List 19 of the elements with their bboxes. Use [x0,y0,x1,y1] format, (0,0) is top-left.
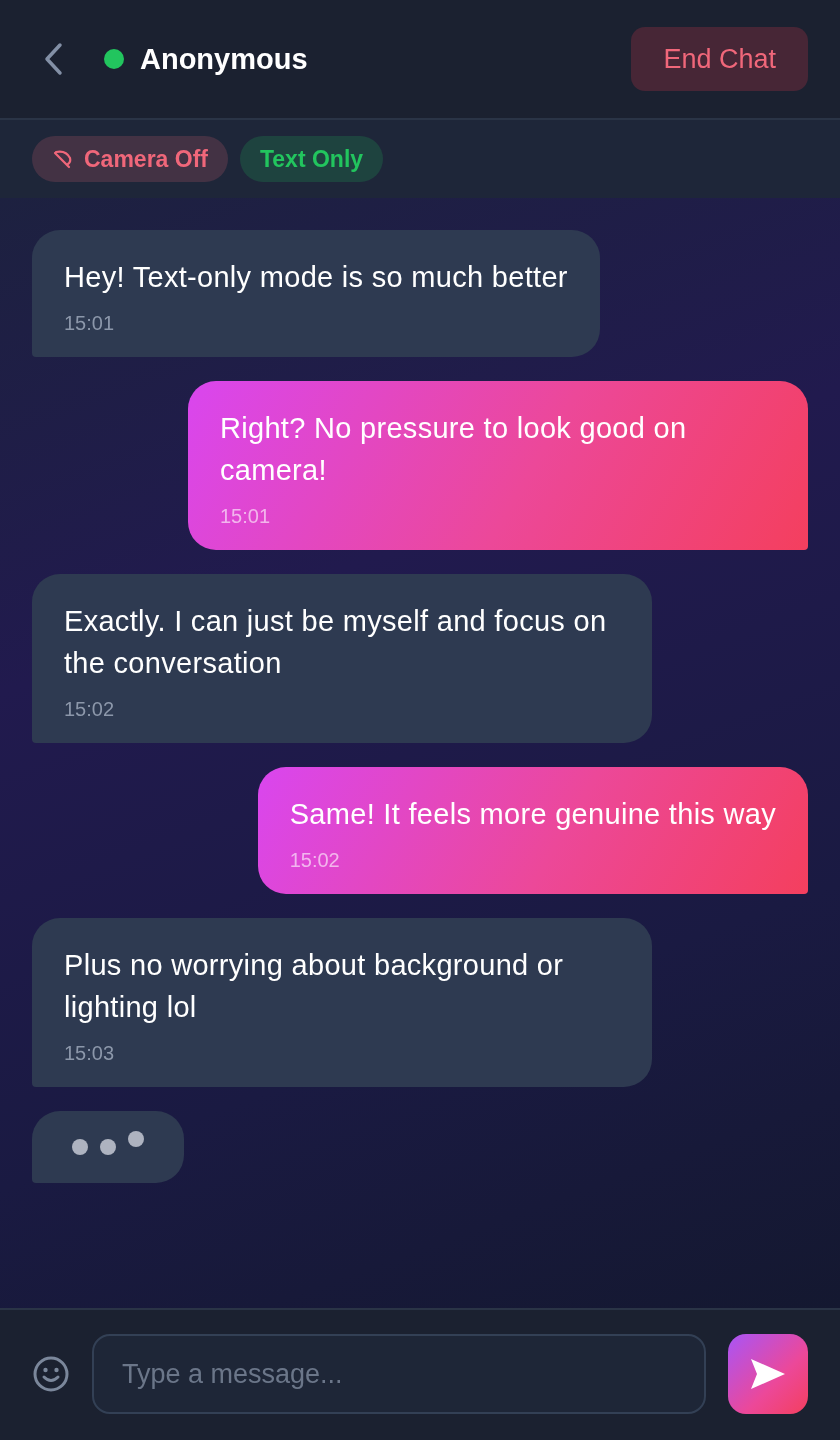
message-text: Same! It feels more genuine this way [289,797,776,832]
camera-off-icon [52,148,74,170]
message-time: 15:02 [289,849,341,872]
status-tag: Text Only [240,136,384,182]
send-icon [749,1357,787,1391]
tag-label: Camera Off [84,145,208,173]
message-text: Hey! Text-only mode is so much better [64,260,568,295]
message-text: Right? No pressure to look good on camera! [220,411,688,488]
message-input[interactable]: Type a message... [92,1334,706,1414]
message-time: 15:03 [64,1042,116,1065]
contact-name: Anonymous [140,42,309,76]
emoji-icon[interactable] [32,1355,70,1393]
message-time: 15:02 [64,698,116,721]
message-text: Plus no worrying about background or lighting lol [64,948,565,1025]
send-button[interactable] [728,1334,808,1414]
message-time: 15:01 [64,312,116,335]
message-time: 15:01 [220,505,272,528]
message-text: Exactly. I can just be myself and focus on the conversation [64,604,608,681]
end-chat-button[interactable]: End Chat [631,27,808,91]
